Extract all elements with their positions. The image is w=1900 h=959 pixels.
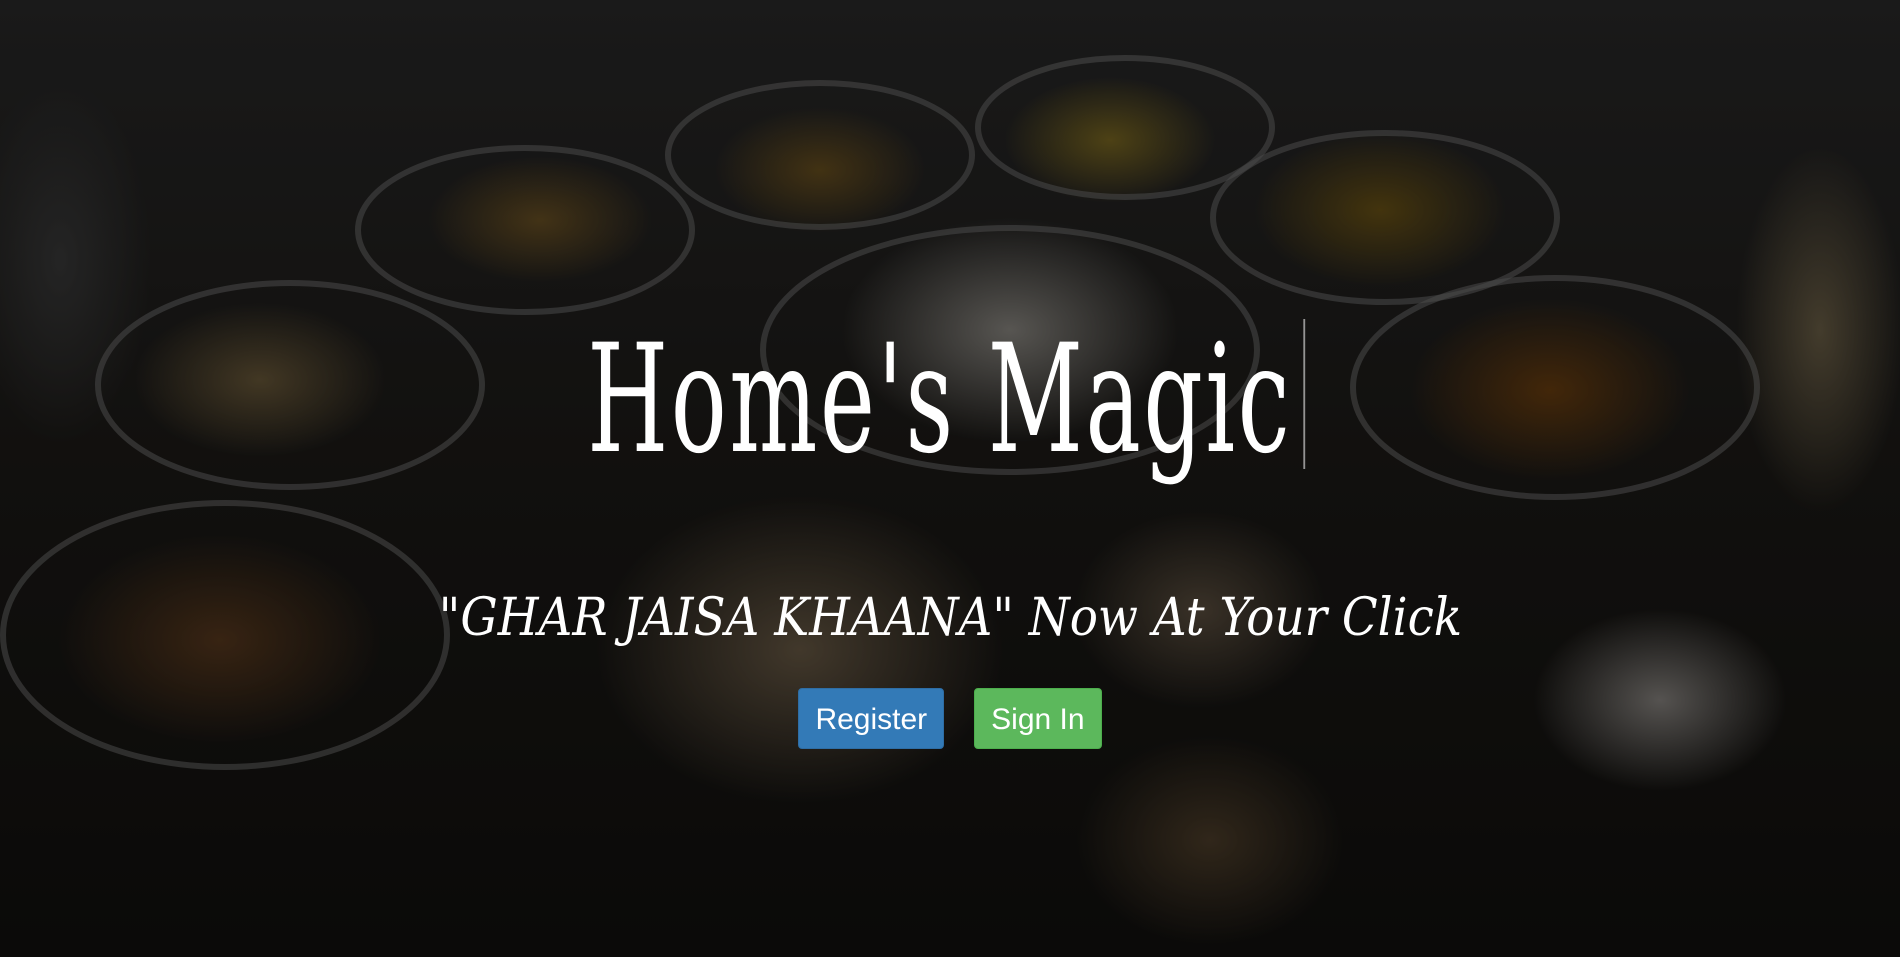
register-button[interactable]: Register xyxy=(798,688,945,749)
site-title: Home's Magic xyxy=(357,300,1535,500)
action-buttons: Register Sign In xyxy=(0,688,1900,749)
typing-cursor xyxy=(1303,319,1306,469)
hero-content: Home's Magic "GHAR JAISA KHAANA" Now At … xyxy=(0,0,1900,957)
signin-button[interactable]: Sign In xyxy=(974,688,1102,749)
tagline: "GHAR JAISA KHAANA" Now At Your Click xyxy=(438,588,1463,648)
site-title-text: Home's Magic xyxy=(587,313,1293,487)
